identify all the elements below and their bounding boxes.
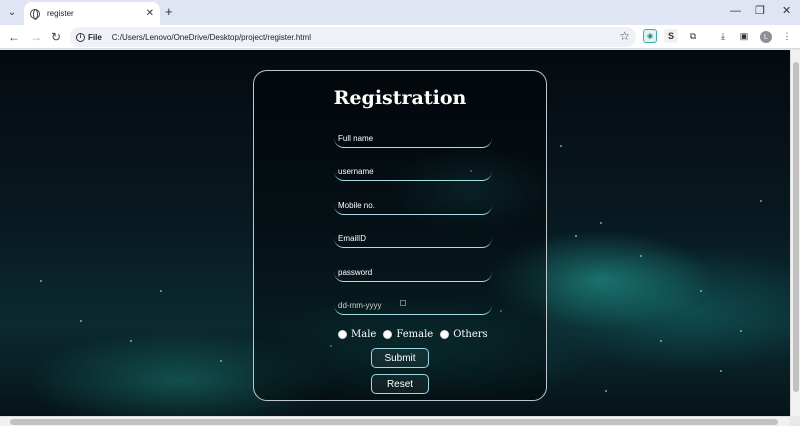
site-info-label: File bbox=[88, 32, 102, 42]
label-others: Others bbox=[453, 329, 488, 340]
back-icon[interactable]: ← bbox=[8, 29, 20, 45]
radio-others[interactable] bbox=[440, 330, 450, 339]
reload-icon[interactable]: ↻ bbox=[51, 29, 61, 45]
mobile-field[interactable] bbox=[334, 195, 492, 215]
label-female: Female bbox=[396, 329, 434, 340]
url-text[interactable]: C:/Users/Lenovo/OneDrive/Desktop/project… bbox=[112, 33, 311, 42]
download-icon[interactable]: ⤓ bbox=[716, 29, 730, 43]
site-info-chip[interactable]: i File bbox=[76, 32, 102, 42]
menu-kebab-icon[interactable]: ⋮ bbox=[780, 29, 794, 43]
form-title: Registration bbox=[333, 87, 467, 109]
mobile-input[interactable] bbox=[334, 196, 492, 215]
forward-icon[interactable]: → bbox=[30, 29, 42, 45]
browser-toolbar: ← → ↻ i File C:/Users/Lenovo/OneDrive/De… bbox=[0, 25, 800, 49]
address-bar[interactable]: i File C:/Users/Lenovo/OneDrive/Desktop/… bbox=[70, 27, 636, 47]
username-input[interactable] bbox=[334, 162, 492, 181]
side-panel-icon[interactable]: ▣ bbox=[737, 29, 751, 43]
email-input[interactable] bbox=[334, 229, 492, 248]
extension-s-icon[interactable]: S bbox=[664, 29, 678, 43]
tab-close-icon[interactable]: ✕ bbox=[146, 8, 154, 19]
email-field[interactable] bbox=[334, 228, 492, 248]
radio-female[interactable] bbox=[383, 330, 393, 339]
password-input[interactable] bbox=[334, 263, 492, 282]
tab-strip: ⌄ register ✕ + — ❐ ✕ bbox=[0, 0, 800, 25]
vertical-scroll-thumb[interactable] bbox=[793, 62, 799, 392]
password-field[interactable] bbox=[334, 262, 492, 282]
radio-male[interactable] bbox=[338, 330, 347, 339]
profile-avatar[interactable]: L bbox=[760, 31, 772, 43]
date-placeholder: dd-mm-yyyy bbox=[338, 301, 382, 310]
horizontal-scroll-thumb[interactable] bbox=[10, 419, 778, 425]
new-tab-button[interactable]: + bbox=[165, 4, 173, 20]
submit-button[interactable]: Submit bbox=[371, 348, 429, 368]
page-background: Registration dd-mm-yyyy Male Female Othe… bbox=[0, 50, 790, 416]
extension-teal-icon[interactable]: ◉ bbox=[643, 29, 657, 43]
bookmark-star-icon[interactable]: ☆ bbox=[619, 29, 630, 43]
username-field[interactable] bbox=[334, 161, 492, 181]
scroll-corner bbox=[790, 416, 800, 426]
label-male: Male bbox=[351, 329, 377, 340]
info-icon: i bbox=[76, 32, 85, 42]
calendar-icon[interactable] bbox=[400, 300, 406, 306]
minimize-icon[interactable]: — bbox=[730, 3, 741, 19]
registration-card: Registration dd-mm-yyyy Male Female Othe… bbox=[253, 70, 547, 401]
tab-register[interactable]: register ✕ bbox=[24, 2, 160, 25]
full-name-field[interactable] bbox=[334, 128, 492, 148]
tab-title: register bbox=[47, 9, 74, 18]
reset-button[interactable]: Reset bbox=[371, 374, 429, 394]
full-name-input[interactable] bbox=[334, 129, 492, 148]
gender-options: Male Female Others bbox=[338, 329, 495, 340]
tab-search-icon[interactable]: ⌄ bbox=[4, 4, 20, 20]
restore-icon[interactable]: ❐ bbox=[755, 3, 765, 19]
date-of-birth-field[interactable]: dd-mm-yyyy bbox=[334, 295, 492, 315]
globe-icon bbox=[30, 8, 40, 20]
horizontal-scrollbar[interactable] bbox=[0, 416, 790, 426]
vertical-scrollbar[interactable] bbox=[790, 50, 800, 416]
close-window-icon[interactable]: ✕ bbox=[782, 3, 791, 19]
extensions-puzzle-icon[interactable]: ⧉ bbox=[686, 29, 700, 43]
